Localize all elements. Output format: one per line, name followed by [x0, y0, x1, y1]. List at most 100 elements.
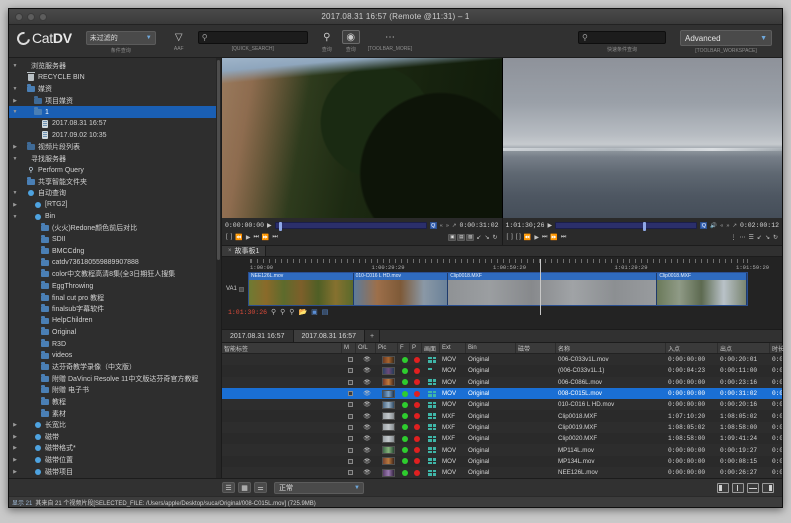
clip-table-header[interactable]: 智能标签 M O/L Pic F P 画面 Ext Bin 磁带 名称 入点 出…	[222, 343, 784, 354]
sidebar-item-12[interactable]: ▶ [RTG2]	[9, 199, 221, 211]
close-icon[interactable]: ×	[228, 248, 232, 254]
sidebar-item-17[interactable]: catdv736180559889907888	[9, 257, 221, 269]
sequence-end-icon[interactable]: ⏭	[560, 234, 567, 241]
sequence-expand-icon[interactable]: ↗	[732, 223, 737, 229]
twisty-icon[interactable]: ▶	[11, 98, 19, 104]
timeline-clip-2[interactable]: Clip0018.MXF	[448, 273, 658, 305]
checkbox-icon[interactable]	[347, 391, 353, 397]
volume-icon[interactable]: 🔊	[710, 223, 717, 229]
twisty-icon[interactable]: ▼	[11, 109, 19, 115]
sidebar-tree-panel[interactable]: ▼ 浏览服务器 RECYCLE BIN ▼ 媒资 ▶ 项目媒资 ▼ 1 2017…	[9, 58, 222, 478]
cell-proxy[interactable]	[410, 435, 422, 442]
timeline-clip-3[interactable]: Clip0018.MXF	[657, 273, 747, 305]
table-row[interactable]: 👁 MXF Original Clip0019.MXF 1:08:05:02 1…	[222, 421, 782, 434]
sidebar-item-19[interactable]: EggThrowing	[9, 280, 221, 292]
clip-table-tab-0[interactable]: 2017.08.31 16:57	[222, 330, 294, 342]
cell-marker[interactable]	[342, 470, 356, 476]
sidebar-scrollbar-thumb[interactable]	[217, 60, 220, 260]
cell-picture[interactable]	[376, 468, 398, 477]
checkbox-icon[interactable]	[347, 470, 353, 476]
layout-panel-icon[interactable]	[762, 482, 774, 493]
sidebar-item-2[interactable]: ▼ 媒资	[9, 83, 221, 95]
timeline-playhead[interactable]	[540, 259, 541, 315]
sequence-tool-2-icon[interactable]: ⋯	[739, 234, 747, 241]
sidebar-item-18[interactable]: color中文教程高清8集(全3日期狂人搜集	[9, 269, 221, 281]
checkbox-icon[interactable]	[347, 357, 353, 363]
view-mode-select[interactable]: 正常 ▼	[274, 481, 364, 494]
twisty-icon[interactable]: ▼	[11, 214, 19, 220]
funnel-icon[interactable]: ▽	[170, 30, 188, 44]
zoom-in-icon[interactable]: ⚲	[271, 308, 276, 316]
sequence-scrubber-handle[interactable]	[643, 222, 647, 231]
checkbox-icon[interactable]	[347, 458, 353, 464]
layout-split-icon[interactable]	[732, 482, 744, 493]
sidebar-item-3[interactable]: ▶ 项目媒资	[9, 95, 221, 107]
toolbar-more-icon[interactable]: ⋯	[381, 30, 399, 44]
source-next-icon[interactable]: »	[446, 223, 449, 229]
table-row[interactable]: 👁 MOV Original 006-C033v1L.mov 0:00:00:0…	[222, 354, 782, 366]
sidebar-item-16[interactable]: BMCCdng	[9, 246, 221, 258]
column-header-2[interactable]: O/L	[356, 343, 376, 353]
razor-icon[interactable]: ▣	[311, 308, 318, 316]
sidebar-item-25[interactable]: videos	[9, 350, 221, 362]
checkbox-icon[interactable]	[347, 424, 353, 430]
cell-flag[interactable]	[398, 424, 410, 431]
twisty-icon[interactable]: ▶	[11, 434, 19, 440]
source-prev-icon[interactable]: «	[440, 223, 443, 229]
cell-picture[interactable]	[376, 378, 398, 387]
cell-proxy[interactable]	[410, 367, 422, 374]
sidebar-item-32[interactable]: ▶ 磁带	[9, 431, 221, 443]
cell-proxy[interactable]	[410, 447, 422, 454]
cell-flag[interactable]	[398, 469, 410, 476]
checkbox-icon[interactable]	[347, 413, 353, 419]
table-row[interactable]: 👁 MOV Original 010-C016 L HD.mov 0:00:00…	[222, 399, 782, 411]
timeline-ruler[interactable]: 1:00:00 1:00:29:29 1:00:59:29 1:01:29:29 1:0…	[250, 259, 769, 271]
cell-marker[interactable]	[342, 436, 356, 442]
cell-picture[interactable]	[376, 389, 398, 398]
layout-stack-icon[interactable]	[747, 482, 759, 493]
source-mark-in-icon[interactable]: [	[225, 234, 229, 240]
column-header-6[interactable]: 画面	[422, 343, 440, 353]
zoom-fit-icon[interactable]: ⚲	[289, 308, 294, 316]
sidebar-item-0[interactable]: ▼ 浏览服务器	[9, 60, 221, 72]
source-step-fwd-icon[interactable]: ⏭	[252, 234, 259, 241]
timeline-clip-0[interactable]: NEE126L.mov	[249, 273, 354, 305]
twisty-icon[interactable]: ▼	[11, 156, 19, 162]
cell-proxy[interactable]	[410, 424, 422, 431]
source-tool-1-icon[interactable]: ▣	[448, 233, 457, 241]
checkbox-icon[interactable]	[347, 379, 353, 385]
sequence-mark-button[interactable]: Q	[700, 222, 708, 229]
cell-proxy[interactable]	[410, 401, 422, 408]
cell-marker[interactable]	[342, 357, 356, 363]
column-header-8[interactable]: Bin	[466, 343, 516, 353]
checkbox-icon[interactable]	[347, 402, 353, 408]
source-tool-4-icon[interactable]: ↙	[475, 234, 482, 241]
cell-picture[interactable]	[376, 355, 398, 364]
sidebar-item-29[interactable]: 教程	[9, 396, 221, 408]
cell-flag[interactable]	[398, 356, 410, 363]
list-view-icon[interactable]: ☰	[222, 482, 235, 493]
cell-picture[interactable]	[376, 457, 398, 466]
column-header-0[interactable]: 智能标签	[222, 343, 342, 353]
sidebar-item-20[interactable]: final cut pro 教程	[9, 292, 221, 304]
sequence-skip-icon[interactable]: ⏩	[549, 234, 558, 241]
sidebar-item-26[interactable]: 达芬奇教学录像（中文版）	[9, 361, 221, 373]
sequence-step-back-icon[interactable]: ⏪	[523, 234, 532, 241]
clip-table-tab-1[interactable]: 2017.08.31 16:57	[293, 330, 365, 342]
cell-proxy[interactable]	[410, 458, 422, 465]
cell-picture[interactable]	[376, 423, 398, 432]
cell-picture[interactable]	[376, 412, 398, 421]
source-expand-icon[interactable]: ↗	[452, 223, 457, 229]
clip-table-tab-2[interactable]: +	[365, 330, 381, 342]
cell-flag[interactable]	[398, 447, 410, 454]
table-row[interactable]: 👁 MOV Original 006-C086L.mov 0:00:00:00 …	[222, 376, 782, 388]
right-search-box[interactable]: ⚲	[578, 31, 666, 44]
source-play-icon[interactable]: ▶	[267, 222, 272, 229]
detail-view-icon[interactable]: ⚌	[254, 482, 267, 493]
sidebar-item-14[interactable]: (火火)Redone颜色前后对比	[9, 222, 221, 234]
cell-flag[interactable]	[398, 390, 410, 397]
source-tool-3-icon[interactable]: ▧	[466, 233, 475, 241]
source-tool-5-icon[interactable]: ↘	[483, 234, 490, 241]
cell-marker[interactable]	[342, 402, 356, 408]
checkbox-icon[interactable]	[347, 436, 353, 442]
